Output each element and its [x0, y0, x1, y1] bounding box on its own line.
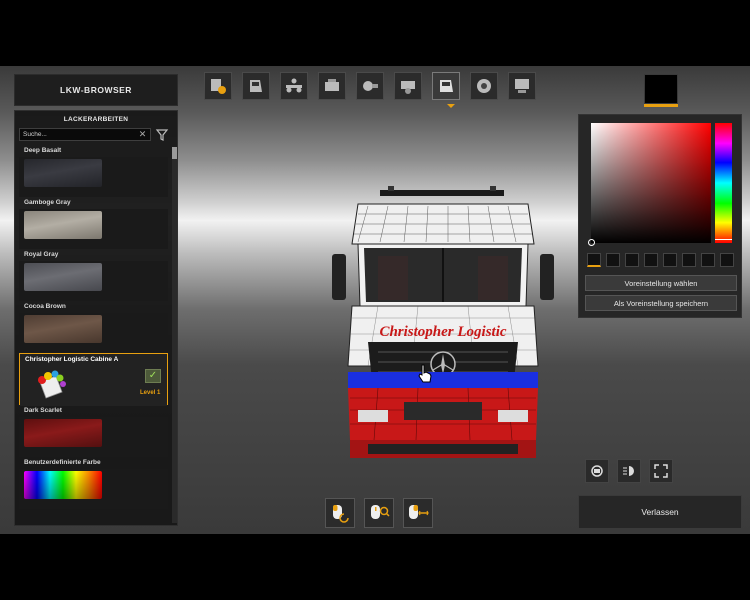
- paint-name: Cocoa Brown: [24, 303, 66, 310]
- sv-cursor[interactable]: [588, 239, 595, 246]
- upgrade-toolbar: [204, 72, 544, 108]
- list-item[interactable]: Deep Basalt: [19, 145, 168, 197]
- level-requirement: Level 1: [140, 390, 161, 396]
- wheels-icon[interactable]: [470, 72, 498, 100]
- preset-slot[interactable]: [663, 253, 677, 267]
- scrollbar[interactable]: [172, 147, 177, 523]
- current-color-accent: [644, 104, 678, 107]
- hand-cursor-icon: [418, 364, 432, 383]
- right-headlight: [498, 410, 528, 422]
- paint-swatch: [24, 419, 102, 447]
- headlights-icon[interactable]: [617, 459, 641, 483]
- list-item[interactable]: Dark Scarlet: [19, 405, 168, 457]
- paintjob-icon[interactable]: [432, 72, 460, 100]
- fullscreen-icon[interactable]: [649, 459, 673, 483]
- list-item[interactable]: Gamboge Gray: [19, 197, 168, 249]
- mouse-zoom-icon[interactable]: [364, 498, 394, 528]
- preset-slot[interactable]: [625, 253, 639, 267]
- search-row: Suche... ✕: [19, 128, 177, 144]
- clear-icon[interactable]: ✕: [137, 129, 148, 140]
- lower-grille: [404, 402, 482, 420]
- color-picker-panel: Voreinstellung wählen Als Voreinstellung…: [578, 114, 742, 318]
- preset-slot[interactable]: [720, 253, 734, 267]
- paint-name: Dark Scarlet: [24, 407, 62, 414]
- chassis-icon[interactable]: [280, 72, 308, 100]
- list-item[interactable]: Royal Gray: [19, 249, 168, 301]
- engine-icon[interactable]: [318, 72, 346, 100]
- mouse-rotate-icon[interactable]: [325, 498, 355, 528]
- preset-slots: [587, 253, 737, 269]
- rotate-camera-icon[interactable]: [585, 459, 609, 483]
- paint-swatch: [24, 211, 102, 239]
- exit-button[interactable]: Verlassen: [578, 495, 742, 529]
- paint-name: Deep Basalt: [24, 147, 62, 154]
- left-mirror: [332, 254, 346, 300]
- blue-stripe: [348, 372, 538, 390]
- interior-icon[interactable]: [394, 72, 422, 100]
- paintjob-panel: LACKERARBEITEN Suche... ✕ Deep Basalt Ga…: [14, 110, 178, 526]
- paint-name: Gamboge Gray: [24, 199, 71, 206]
- saturation-value-field[interactable]: [591, 123, 711, 243]
- preset-slot[interactable]: [682, 253, 696, 267]
- paint-name: Benutzerdefinierte Farbe: [24, 459, 101, 466]
- preset-slot[interactable]: [701, 253, 715, 267]
- list-item[interactable]: Cocoa Brown: [19, 301, 168, 353]
- paint-swatch: [24, 315, 102, 343]
- active-tool-indicator: [447, 104, 455, 108]
- filter-icon[interactable]: [155, 128, 169, 142]
- letterbox-bottom: [0, 534, 750, 600]
- right-mirror: [540, 254, 554, 300]
- current-color-preview: [644, 74, 678, 104]
- cabin-icon[interactable]: [242, 72, 270, 100]
- search-input[interactable]: Suche...: [19, 128, 151, 141]
- hue-slider[interactable]: [715, 123, 732, 243]
- custom-color-swatch: [24, 471, 102, 499]
- transmission-icon[interactable]: [356, 72, 384, 100]
- hue-cursor[interactable]: [715, 239, 732, 244]
- paint-name: Christopher Logistic Cabine A: [25, 356, 119, 363]
- preset-slot[interactable]: [606, 253, 620, 267]
- save-preset-button[interactable]: Als Voreinstellung speichern: [585, 295, 737, 311]
- livery-text: Christopher Logistic: [379, 324, 506, 340]
- select-preset-button[interactable]: Voreinstellung wählen: [585, 275, 737, 291]
- paint-swatch: [24, 263, 102, 291]
- list-item-selected[interactable]: Christopher Logistic Cabine A ✓ Level 1: [19, 353, 168, 406]
- panel-title: LACKERARBEITEN: [63, 115, 129, 123]
- accessories-icon[interactable]: [508, 72, 536, 100]
- paint-name: Royal Gray: [24, 251, 59, 258]
- truck-model[interactable]: Christopher Logistic: [328, 184, 558, 469]
- paint-brush-icon[interactable]: [204, 72, 232, 100]
- preset-slot[interactable]: [587, 253, 601, 267]
- preset-slot[interactable]: [644, 253, 658, 267]
- left-headlight: [358, 410, 388, 422]
- paint-swatch: [24, 159, 102, 187]
- checkmark-icon: ✓: [145, 369, 161, 383]
- paint-list: Deep Basalt Gamboge Gray Royal Gray Coco…: [19, 145, 168, 509]
- scroll-thumb[interactable]: [172, 147, 177, 159]
- truck-browser-header[interactable]: LKW-BROWSER: [14, 74, 178, 106]
- paint-bucket-icon: [38, 370, 66, 399]
- roof-light-bar: [380, 190, 504, 196]
- list-item[interactable]: Benutzerdefinierte Farbe: [19, 457, 168, 509]
- mouse-pan-icon[interactable]: [403, 498, 433, 528]
- letterbox-top: [0, 0, 750, 66]
